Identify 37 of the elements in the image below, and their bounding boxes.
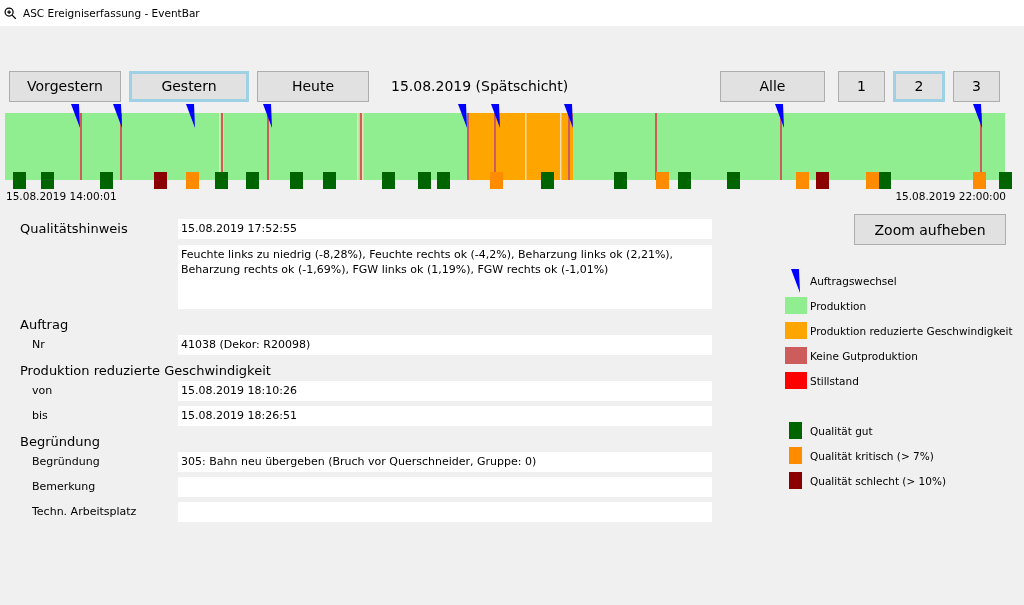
section-heading: Auftrag [20,316,70,332]
page-button[interactable]: 3 [953,70,1000,102]
text-field[interactable]: 15.08.2019 18:10:26 [178,381,712,401]
shift-label: 15.08.2019 (Spätschicht) [391,78,569,94]
page-button[interactable]: 2 [893,70,945,102]
legend-label: Produktion reduzierte Geschwindigkeit [810,324,1013,337]
field-label: Begründung [31,454,101,468]
legend-label: Qualität schlecht (> 10%) [810,474,947,487]
legend-label: Qualität gut [810,424,873,437]
legend-label: Stillstand [810,374,859,387]
start-time: 15.08.2019 14:00:01 [6,190,117,204]
window-title: ASC Ereigniserfassung - EventBar [23,7,200,19]
zoom-reset-button[interactable]: Zoom aufheben [854,214,1006,245]
day-button[interactable]: Vorgestern [9,70,121,102]
legend-label: Auftragswechsel [810,274,897,287]
text-field[interactable]: 305: Bahn neu übergeben (Bruch vor Querschneider, Gruppe: 0) [178,452,712,472]
page-button[interactable]: Alle [720,70,825,102]
legend-label: Keine Gutproduktion [810,349,918,362]
field-label: bis [31,408,49,422]
field-label: von [31,383,54,397]
field-label: Bemerkung [31,479,97,493]
day-button[interactable]: Heute [257,70,369,102]
text-field[interactable]: 41038 (Dekor: R20098) [178,335,712,355]
legend-label: Produktion [810,299,867,312]
section-heading: Produktion reduzierte Geschwindigkeit [20,362,272,378]
day-button[interactable]: Gestern [129,70,249,102]
section-heading: Begründung [20,433,101,449]
text-field[interactable]: 15.08.2019 18:26:51 [178,406,712,426]
legend-label: Qualität kritisch (> 7%) [810,449,934,462]
field-label: Techn. Arbeitsplatz [31,504,138,518]
page-button[interactable]: 1 [838,70,885,102]
end-time: 15.08.2019 22:00:00 [895,190,1006,204]
text-field[interactable]: 15.08.2019 17:52:55 [178,219,712,239]
field-label: Nr [31,337,46,351]
section-heading: Qualitätshinweis [20,220,129,236]
zoom-icon [4,6,17,20]
text-area[interactable]: Feuchte links zu niedrig (-8,28%), Feuchte rechts ok (-4,2%), Beharzung links ok (2,21%), Beharzung rechts ok (-1,69%), FGW links ok (1,19%), FGW rechts ok (-1,01%) [178,245,712,309]
